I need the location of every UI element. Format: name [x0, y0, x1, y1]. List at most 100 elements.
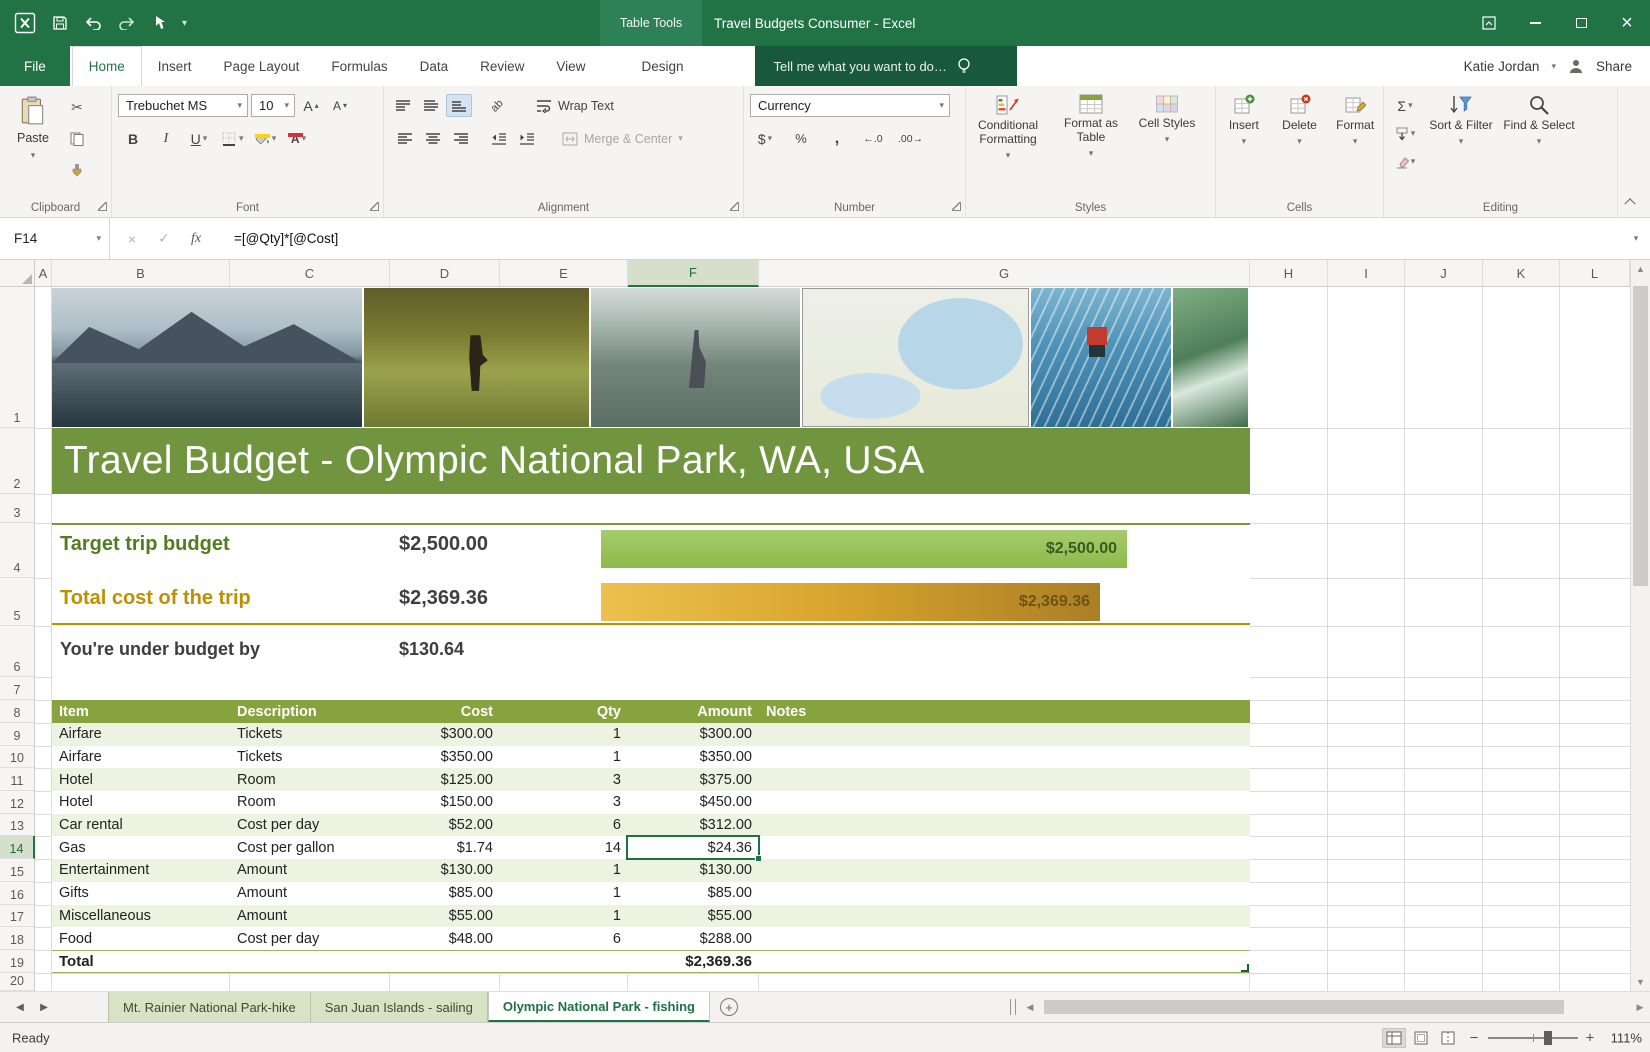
- cell-qty[interactable]: 6: [500, 931, 628, 947]
- photo-map[interactable]: [802, 288, 1029, 427]
- wrap-text-button[interactable]: Wrap Text: [534, 94, 616, 117]
- cell-description[interactable]: Room: [230, 772, 390, 788]
- decrease-indent-button[interactable]: [486, 127, 512, 150]
- bold-button[interactable]: B: [120, 127, 146, 150]
- collapse-ribbon-button[interactable]: [1626, 197, 1638, 207]
- column-header-g[interactable]: G: [759, 260, 1250, 286]
- cut-button[interactable]: [64, 96, 90, 119]
- target-budget-value[interactable]: $2,500.00: [399, 533, 488, 556]
- cell-description[interactable]: Tickets: [230, 749, 390, 765]
- cell-item[interactable]: Airfare: [52, 749, 230, 765]
- alignment-dialog-launcher[interactable]: [730, 202, 739, 211]
- cell-cost[interactable]: $85.00: [390, 885, 500, 901]
- paste-button[interactable]: Paste: [8, 92, 58, 161]
- ribbon-display-options-button[interactable]: [1466, 0, 1512, 46]
- cell-qty[interactable]: 3: [500, 794, 628, 810]
- top-align-button[interactable]: [390, 94, 416, 117]
- sheet-tab-mt-rainier[interactable]: Mt. Rainier National Park-hike: [108, 992, 311, 1022]
- cell-item[interactable]: Airfare: [52, 726, 230, 742]
- row-header-16[interactable]: 16: [0, 882, 34, 905]
- vertical-scroll-thumb[interactable]: [1633, 286, 1648, 586]
- total-cost-label[interactable]: Total cost of the trip: [60, 587, 251, 610]
- cell-item[interactable]: Entertainment: [52, 862, 230, 878]
- tab-split-handle[interactable]: [1010, 999, 1016, 1015]
- conditional-formatting-button[interactable]: Conditional Formatting: [966, 86, 1050, 217]
- photo-fly-fisherman[interactable]: [364, 288, 589, 427]
- comma-style-button[interactable]: ,: [824, 127, 850, 150]
- column-header-l[interactable]: L: [1560, 260, 1630, 286]
- align-right-button[interactable]: [448, 127, 474, 150]
- row-header-15[interactable]: 15: [0, 859, 34, 882]
- cell-qty[interactable]: 3: [500, 772, 628, 788]
- align-center-button[interactable]: [420, 127, 446, 150]
- clear-button[interactable]: [1392, 150, 1418, 173]
- cell-cost[interactable]: $52.00: [390, 817, 500, 833]
- total-label-cell[interactable]: Total: [52, 953, 230, 970]
- vertical-scrollbar[interactable]: ▲ ▼: [1630, 260, 1650, 991]
- cell-amount[interactable]: $300.00: [628, 726, 759, 742]
- insert-cells-button[interactable]: Insert: [1216, 86, 1272, 217]
- autosum-button[interactable]: Σ: [1392, 94, 1418, 117]
- cell-qty[interactable]: 1: [500, 749, 628, 765]
- tab-data[interactable]: Data: [404, 46, 465, 86]
- sheet-grid[interactable]: 1 2 3 4 5 6 7 8 9 10 11 12 13 14 15 16 1…: [0, 287, 1630, 991]
- tab-formulas[interactable]: Formulas: [315, 46, 403, 86]
- tab-home[interactable]: Home: [72, 46, 142, 87]
- horizontal-scrollbar[interactable]: ◀ ▶: [1010, 992, 1650, 1022]
- close-button[interactable]: ×: [1604, 0, 1650, 46]
- italic-button[interactable]: I: [153, 127, 179, 150]
- cell-item[interactable]: Hotel: [52, 772, 230, 788]
- cell-description[interactable]: Amount: [230, 885, 390, 901]
- column-header-f[interactable]: F: [628, 260, 759, 287]
- row-header-3[interactable]: 3: [0, 494, 34, 523]
- fill-color-button[interactable]: [253, 127, 279, 150]
- row-header-12[interactable]: 12: [0, 791, 34, 814]
- horizontal-scroll-track[interactable]: [1040, 1000, 1630, 1014]
- increase-indent-button[interactable]: [514, 127, 540, 150]
- select-all-corner[interactable]: [0, 260, 35, 286]
- clipboard-dialog-launcher[interactable]: [98, 202, 107, 211]
- undo-button[interactable]: [84, 16, 102, 30]
- cell-amount[interactable]: $288.00: [628, 931, 759, 947]
- cell-item[interactable]: Miscellaneous: [52, 908, 230, 924]
- cell-description[interactable]: Tickets: [230, 726, 390, 742]
- cell-description[interactable]: Room: [230, 794, 390, 810]
- row-header-11[interactable]: 11: [0, 768, 34, 791]
- cell-item[interactable]: Gifts: [52, 885, 230, 901]
- font-size-combo[interactable]: 10: [251, 94, 295, 117]
- page-break-view-button[interactable]: [1436, 1028, 1460, 1048]
- sheet-nav-left-arrow[interactable]: ◀: [8, 992, 32, 1022]
- touch-mode-button[interactable]: [152, 15, 166, 32]
- cell-styles-button[interactable]: Cell Styles: [1132, 86, 1202, 217]
- cell-description[interactable]: Amount: [230, 862, 390, 878]
- cell-amount[interactable]: $312.00: [628, 817, 759, 833]
- cell-qty[interactable]: 1: [500, 862, 628, 878]
- scroll-up-arrow[interactable]: ▲: [1631, 260, 1650, 278]
- decrease-decimal-button[interactable]: .00→: [896, 127, 925, 150]
- row-header-17[interactable]: 17: [0, 905, 34, 927]
- column-header-h[interactable]: H: [1250, 260, 1328, 286]
- fill-button[interactable]: [1392, 122, 1418, 145]
- cell-cost[interactable]: $1.74: [390, 840, 500, 856]
- row-header-8[interactable]: 8: [0, 700, 34, 723]
- column-header-b[interactable]: B: [52, 260, 230, 286]
- cell-item[interactable]: Gas: [52, 840, 230, 856]
- accounting-format-button[interactable]: $: [752, 127, 778, 150]
- increase-decimal-button[interactable]: ←.0: [860, 127, 886, 150]
- delete-cells-button[interactable]: Delete: [1272, 86, 1328, 217]
- sheet-tab-san-juan[interactable]: San Juan Islands - sailing: [311, 992, 488, 1022]
- share-button[interactable]: Share: [1596, 59, 1632, 74]
- cell-amount[interactable]: $55.00: [628, 908, 759, 924]
- total-amount-cell[interactable]: $2,369.36: [628, 953, 759, 970]
- under-budget-value[interactable]: $130.64: [399, 639, 464, 660]
- row-header-2[interactable]: 2: [0, 428, 34, 494]
- font-name-combo[interactable]: Trebuchet MS: [118, 94, 248, 117]
- sheet-nav-right-arrow[interactable]: ▶: [32, 992, 56, 1022]
- cell-description[interactable]: Cost per day: [230, 817, 390, 833]
- sheet-title-banner[interactable]: Travel Budget - Olympic National Park, W…: [52, 428, 1250, 494]
- cell-cost[interactable]: $125.00: [390, 772, 500, 788]
- tab-view[interactable]: View: [540, 46, 601, 86]
- photo-heron[interactable]: [591, 288, 800, 427]
- scroll-down-arrow[interactable]: ▼: [1631, 973, 1650, 991]
- expand-formula-bar-button[interactable]: [1622, 218, 1650, 259]
